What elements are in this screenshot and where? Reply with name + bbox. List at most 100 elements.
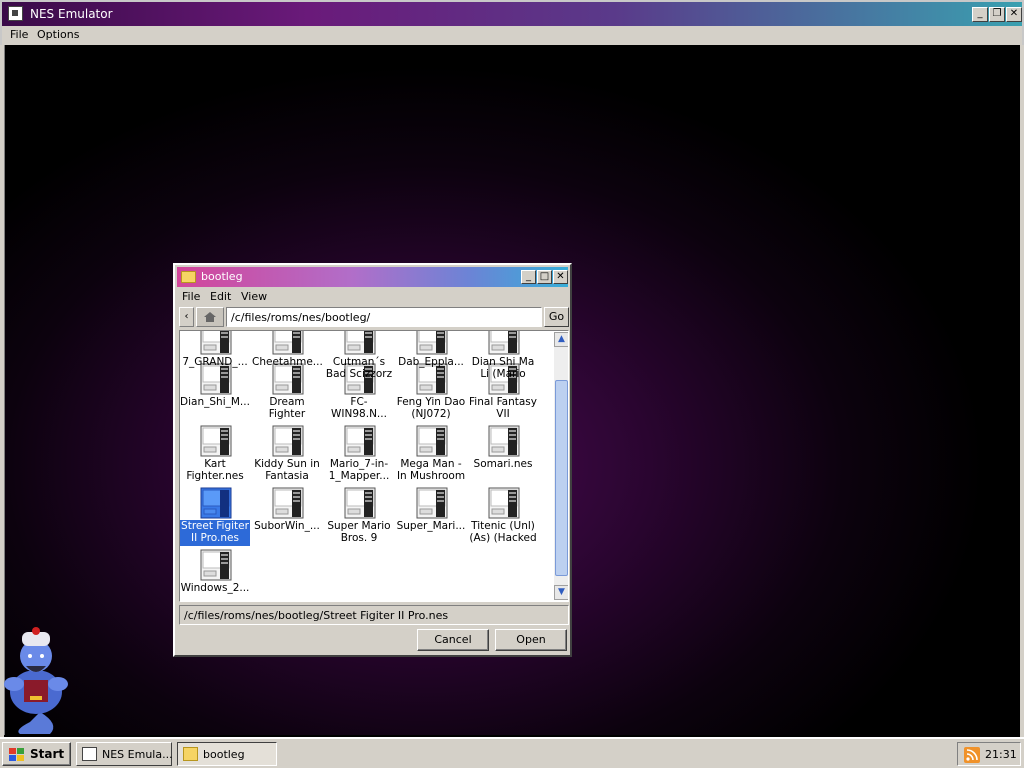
nes-console-icon [488, 425, 520, 457]
file-item-label: Mega Man - In Mushroom [396, 458, 466, 482]
nes-console-icon [344, 331, 376, 355]
folder-icon [181, 271, 196, 283]
nes-console-icon [272, 425, 304, 457]
nes-console-icon [488, 487, 520, 519]
windows-logo-icon [9, 748, 24, 761]
window-frame-right [1020, 45, 1024, 737]
file-item[interactable]: Cheetahme... [252, 331, 323, 383]
file-item[interactable]: Titenic (Unl) (As) (Hacked [468, 487, 538, 547]
nes-console-icon [200, 549, 232, 581]
vertical-scrollbar[interactable]: ▲ ▼ [554, 332, 568, 600]
file-item[interactable]: Street Figiter II Pro.nes [180, 487, 250, 547]
window-app-icon [82, 747, 97, 761]
nes-console-icon [272, 487, 304, 519]
file-item-label: Titenic (Unl) (As) (Hacked [469, 520, 537, 544]
start-button[interactable]: Start [2, 742, 71, 766]
file-item[interactable]: Super_Mari... [396, 487, 466, 547]
file-item-label: SuborWin_... [254, 520, 320, 532]
nes-console-icon [200, 331, 232, 355]
minimize-button[interactable]: _ [972, 7, 988, 22]
restore-button[interactable]: ❐ [989, 7, 1005, 22]
nes-console-icon [344, 487, 376, 519]
system-tray: 21:31 [957, 742, 1021, 766]
file-item[interactable]: Kiddy Sun in Fantasia [252, 425, 322, 485]
file-item-label: Street Figiter II Pro.nes [180, 520, 250, 546]
file-item[interactable]: Mario_7-in-1_Mapper... [324, 425, 394, 485]
scroll-up-button[interactable]: ▲ [554, 332, 568, 347]
file-item[interactable]: Mega Man - In Mushroom [396, 425, 466, 485]
file-item-label: Windows_2... [180, 582, 250, 594]
file-item-label: Feng Yin Dao (NJ072) [396, 396, 466, 420]
file-item[interactable]: 7_GRAND_... [180, 331, 250, 383]
dialog-title-bar: bootleg _ □ ✕ [177, 267, 568, 287]
file-item[interactable]: Windows_2... [180, 549, 250, 601]
nes-console-icon [416, 487, 448, 519]
close-button[interactable]: ✕ [1006, 7, 1022, 22]
file-item[interactable]: Super Mario Bros. 9 [324, 487, 394, 547]
nes-console-icon [416, 331, 448, 355]
file-item-label: Final Fantasy VII [469, 396, 537, 420]
nes-console-icon [416, 425, 448, 457]
file-list: Windows_2... Titenic (Unl) (As) (Hacked Su… [179, 330, 569, 602]
file-item-label: Dian_Shi_M... [180, 396, 250, 408]
file-item[interactable]: SuborWin_... [252, 487, 322, 547]
home-icon [204, 312, 216, 322]
task-bootleg[interactable]: bootleg [177, 742, 277, 766]
file-open-dialog: bootleg _ □ ✕ File Edit View ‹ /c/files/… [173, 263, 572, 657]
go-button[interactable]: Go [544, 307, 569, 327]
main-menu-bar: File Options [0, 26, 1024, 45]
file-item-label: 7_GRAND_... [182, 356, 248, 368]
file-item[interactable]: Somari.nes [468, 425, 538, 485]
back-button[interactable]: ‹ [179, 307, 194, 327]
dialog-title: bootleg [201, 270, 243, 283]
nes-console-icon [272, 331, 304, 355]
task-nes-emulator[interactable]: NES Emula... [76, 742, 173, 766]
file-item[interactable]: Dab_Eppla... [396, 331, 466, 383]
file-item-label: Dab_Eppla... [398, 356, 464, 368]
file-item-label: Kiddy Sun in Fantasia [254, 458, 320, 482]
file-item-label: Mario_7-in-1_Mapper... [328, 458, 390, 482]
file-item[interactable]: Dian Shi Ma Li (Mario [468, 331, 538, 383]
dialog-minimize-button[interactable]: _ [521, 270, 536, 284]
rss-icon[interactable] [964, 747, 980, 763]
scroll-thumb[interactable] [555, 380, 568, 576]
dialog-maximize-button[interactable]: □ [537, 270, 552, 284]
path-input[interactable]: /c/files/roms/nes/bootleg/ [226, 307, 542, 327]
scroll-down-button[interactable]: ▼ [554, 585, 568, 600]
cancel-button[interactable]: Cancel [417, 629, 489, 651]
dialog-menu-view[interactable]: View [241, 290, 267, 303]
task-label: NES Emula... [102, 748, 173, 761]
main-window-title: NES Emulator [30, 7, 113, 21]
home-button[interactable] [196, 307, 224, 327]
dialog-menu-file[interactable]: File [182, 290, 200, 303]
clock: 21:31 [985, 748, 1017, 761]
file-item-label: Super Mario Bros. 9 [327, 520, 391, 544]
file-item-label: Cheetahme... [252, 356, 323, 368]
file-item-label: Dream Fighter [268, 396, 306, 420]
dialog-close-button[interactable]: ✕ [553, 270, 568, 284]
file-item-label: Cutman´s Bad Scizzorz [325, 356, 393, 380]
file-item[interactable]: Cutman´s Bad Scizzorz [324, 331, 394, 383]
open-button[interactable]: Open [495, 629, 567, 651]
menu-file[interactable]: File [10, 28, 28, 41]
file-item-label: Somari.nes [473, 458, 533, 470]
nes-console-icon [200, 425, 232, 457]
file-item[interactable]: Kart Fighter.nes [180, 425, 250, 485]
nes-console-icon [200, 487, 232, 519]
file-item-label: Dian Shi Ma Li (Mario [471, 356, 535, 380]
main-title-bar: NES Emulator _ ❐ ✕ [0, 0, 1024, 26]
selected-file-path[interactable]: /c/files/roms/nes/bootleg/Street Figiter… [179, 605, 569, 625]
start-label: Start [30, 747, 65, 761]
file-item-label: Super_Mari... [396, 520, 466, 532]
taskbar: Start NES Emula... bootleg 21:31 [0, 737, 1024, 768]
window-app-icon [8, 6, 23, 21]
dialog-menu-edit[interactable]: Edit [210, 290, 231, 303]
genie-mascot-icon [4, 627, 68, 734]
task-label: bootleg [203, 748, 245, 761]
nes-console-icon [488, 331, 520, 355]
file-item-label: Kart Fighter.nes [186, 458, 244, 482]
menu-options[interactable]: Options [37, 28, 79, 41]
nes-console-icon [344, 425, 376, 457]
file-item-label: FC-WIN98.N... [331, 396, 387, 420]
folder-icon [183, 747, 198, 761]
